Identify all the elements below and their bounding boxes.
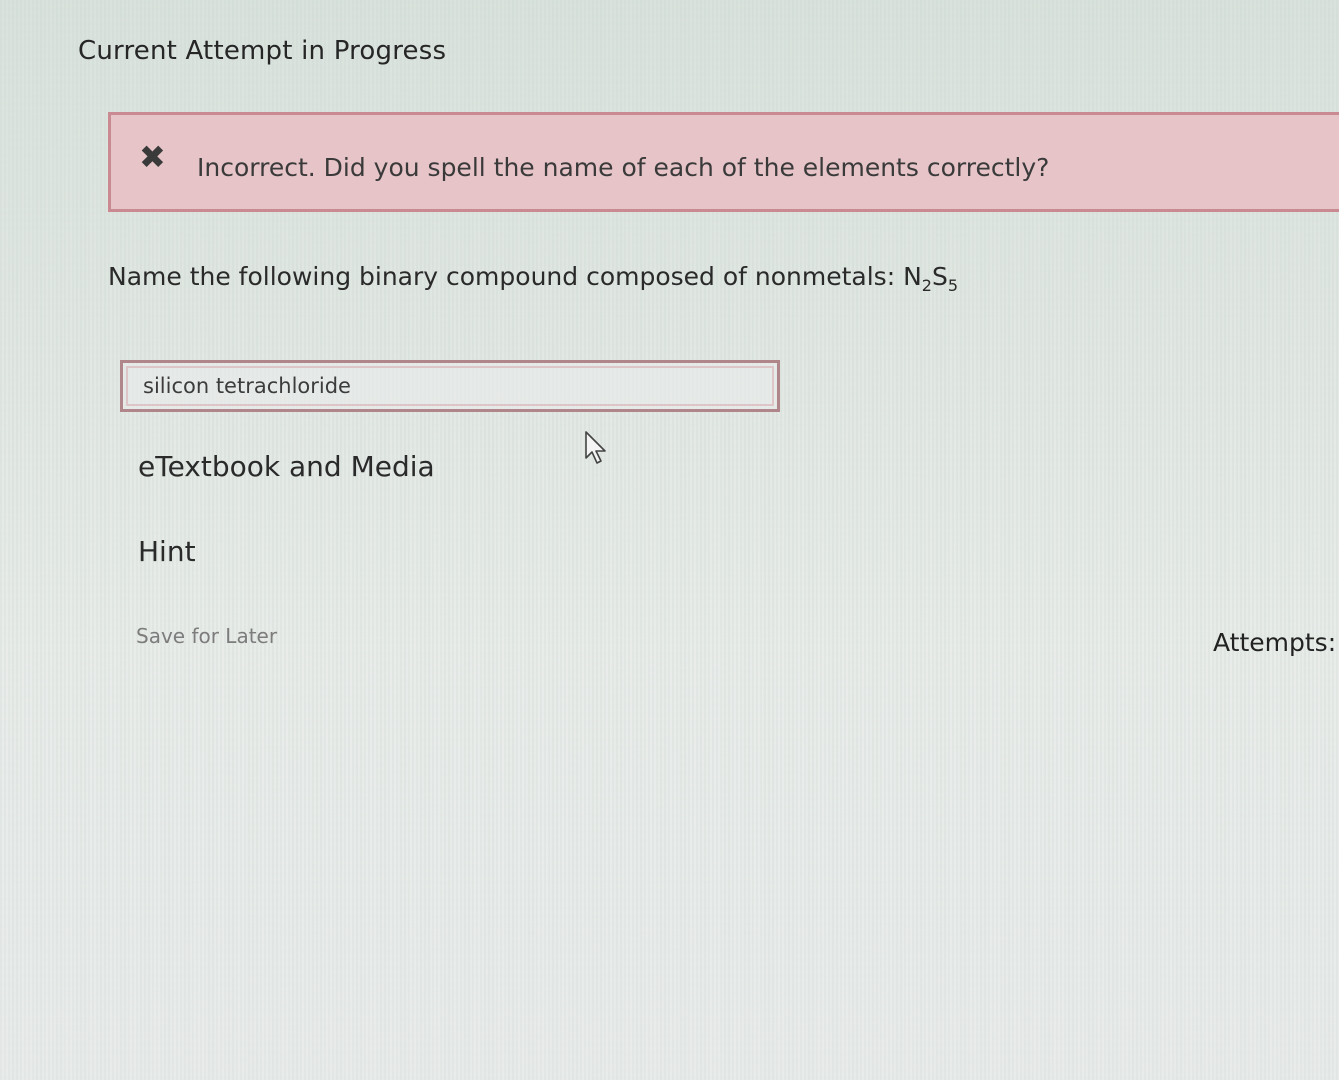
page-title: Current Attempt in Progress [78, 36, 447, 66]
close-icon: ✖ [139, 138, 166, 176]
formula-element-2: S [931, 262, 948, 291]
hint-link[interactable]: Hint [138, 535, 196, 568]
etextbook-link[interactable]: eTextbook and Media [138, 450, 435, 483]
formula-subscript-1: 2 [921, 276, 932, 295]
formula-subscript-2: 5 [947, 276, 959, 295]
mouse-cursor-icon [585, 431, 606, 464]
formula-element-1: N [903, 262, 922, 291]
answer-input[interactable] [120, 360, 780, 412]
question-prompt: Name the following binary compound compo… [108, 262, 958, 295]
attempts-label: Attempts: [1213, 628, 1337, 657]
save-for-later-button[interactable]: Save for Later [136, 624, 277, 648]
question-text: Name the following binary compound compo… [108, 262, 904, 291]
feedback-message: Incorrect. Did you spell the name of eac… [197, 153, 1050, 182]
formula: N2S5 [903, 262, 958, 295]
feedback-banner: ✖ Incorrect. Did you spell the name of e… [108, 112, 1339, 212]
